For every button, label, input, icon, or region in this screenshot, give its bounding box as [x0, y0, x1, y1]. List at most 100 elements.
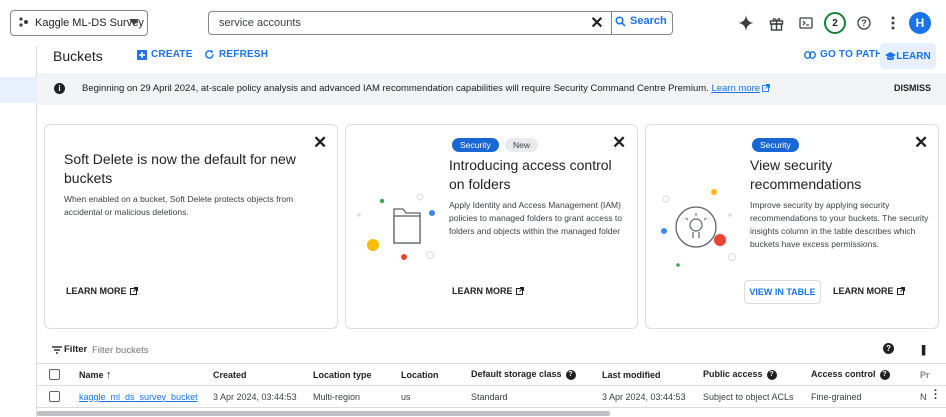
- banner-message: Beginning on 29 April 2024, at-scale pol…: [82, 83, 770, 94]
- soft-delete-card: ✕ Soft Delete is now the default for new…: [44, 124, 338, 329]
- page-toolbar: Buckets CREATE REFRESH GO TO PATH LEARN: [37, 40, 946, 72]
- cell-storage-class: Standard: [471, 385, 602, 408]
- learn-button[interactable]: LEARN: [880, 43, 936, 69]
- cell-created: 3 Apr 2024, 03:44:53: [213, 385, 313, 408]
- search-icon: [615, 15, 626, 27]
- link-icon: [804, 50, 816, 59]
- new-chip: New: [505, 138, 539, 152]
- add-box-icon: [137, 49, 147, 60]
- banner-text: Beginning on 29 April 2024, at-scale pol…: [82, 83, 709, 94]
- security-chip: Security: [452, 138, 499, 152]
- project-name: Kaggle ML-DS Survey: [35, 17, 144, 29]
- gemini-sparkle-icon[interactable]: [735, 12, 757, 34]
- search-button[interactable]: Search: [615, 15, 667, 27]
- gift-icon[interactable]: [765, 12, 787, 34]
- column-header-name[interactable]: Name ↑: [79, 363, 213, 386]
- cloud-shell-icon[interactable]: [795, 12, 817, 34]
- column-header-created[interactable]: Created: [213, 363, 313, 386]
- help-icon[interactable]: ?: [853, 12, 875, 34]
- dismiss-button[interactable]: DISMISS: [894, 83, 931, 93]
- horizontal-scrollbar[interactable]: [37, 411, 610, 416]
- security-recommendations-card: Security ✕ View security recommendations…: [645, 124, 939, 329]
- cell-access-control: Fine-grained: [811, 385, 920, 408]
- table-row[interactable]: kaggle_ml_ds_survey_bucket 3 Apr 2024, 0…: [37, 385, 946, 408]
- go-to-path-label: GO TO PATH: [820, 49, 883, 60]
- column-header-location-type[interactable]: Location type: [313, 363, 401, 386]
- lightbulb-illustration: [661, 189, 736, 267]
- banner-learn-more-link[interactable]: Learn more: [711, 83, 770, 94]
- row-actions-icon[interactable]: · · ·: [934, 386, 938, 405]
- filter-icon: [52, 346, 62, 354]
- card-body: Improve security by applying security re…: [750, 200, 929, 249]
- bucket-name-link[interactable]: kaggle_ml_ds_survey_bucket: [79, 392, 198, 402]
- info-banner: i Beginning on 29 April 2024, at-scale p…: [37, 73, 946, 105]
- svg-text:?: ?: [861, 18, 867, 28]
- card-title: Introducing access control on folders: [449, 157, 612, 192]
- column-header-last-modified[interactable]: Last modified: [602, 363, 703, 386]
- go-to-path-button[interactable]: GO TO PATH: [804, 49, 883, 60]
- refresh-label: REFRESH: [219, 49, 269, 60]
- refresh-button[interactable]: REFRESH: [204, 49, 268, 60]
- buckets-table: Name ↑ Created Location type Location De…: [37, 363, 946, 408]
- card-body: Apply Identity and Access Management (IA…: [449, 200, 622, 236]
- learn-more-link[interactable]: LEARN MORE: [66, 286, 138, 296]
- project-icon: [19, 16, 30, 30]
- info-icon: i: [54, 83, 65, 94]
- select-all-checkbox[interactable]: [49, 369, 60, 381]
- column-header-access-control[interactable]: Access control?: [811, 363, 920, 386]
- close-icon[interactable]: ✕: [914, 133, 928, 153]
- view-in-table-button[interactable]: VIEW IN TABLE: [744, 280, 821, 304]
- column-header-protection[interactable]: Pr: [920, 363, 946, 386]
- create-label: CREATE: [151, 49, 193, 60]
- chevron-down-icon: [129, 19, 139, 25]
- open-in-new-icon: [129, 287, 138, 295]
- filter-input[interactable]: [92, 343, 292, 357]
- column-header-public-access[interactable]: Public access?: [703, 363, 811, 386]
- open-in-new-icon: [762, 84, 770, 92]
- clear-search-icon[interactable]: ✕: [587, 13, 607, 33]
- cell-last-modified: 3 Apr 2024, 03:44:53: [602, 385, 703, 408]
- column-display-icon[interactable]: |||: [921, 344, 926, 356]
- help-icon[interactable]: ?: [766, 369, 777, 380]
- cell-protection: N: [920, 385, 946, 408]
- search-button-label: Search: [630, 15, 667, 27]
- help-icon[interactable]: ?: [565, 369, 576, 380]
- avatar[interactable]: H: [909, 12, 931, 34]
- notifications-badge[interactable]: 2: [824, 12, 846, 34]
- folders-access-card: Security New ✕ Introducing access contro…: [345, 124, 638, 329]
- close-icon[interactable]: ✕: [313, 133, 327, 153]
- learn-more-link[interactable]: LEARN MORE: [833, 286, 905, 296]
- row-checkbox[interactable]: [49, 391, 60, 403]
- cell-location: us: [401, 385, 471, 408]
- column-header-location[interactable]: Location: [401, 363, 471, 386]
- project-selector[interactable]: Kaggle ML-DS Survey: [10, 10, 148, 36]
- cell-public-access: Subject to object ACLs: [703, 385, 811, 408]
- open-in-new-icon: [515, 287, 524, 295]
- left-nav: [0, 46, 37, 417]
- column-header-storage-class[interactable]: Default storage class?: [471, 363, 602, 386]
- help-icon[interactable]: ?: [879, 369, 890, 380]
- sort-arrow-up-icon: ↑: [106, 368, 112, 381]
- learn-label: LEARN: [896, 50, 931, 62]
- table-header-row: Name ↑ Created Location type Location De…: [37, 363, 946, 386]
- card-title: View security recommendations: [750, 157, 862, 192]
- page-title: Buckets: [53, 48, 103, 64]
- folder-illustration: [357, 193, 435, 260]
- search-input[interactable]: [219, 15, 579, 31]
- filter-row: Filter ? |||: [37, 337, 946, 363]
- open-in-new-icon: [896, 287, 905, 295]
- card-title: Soft Delete is now the default for new b…: [64, 151, 296, 186]
- search-bar: ✕ Search: [208, 11, 673, 35]
- learn-more-link[interactable]: LEARN MORE: [452, 286, 524, 296]
- close-icon[interactable]: ✕: [612, 133, 626, 153]
- cell-location-type: Multi-region: [313, 385, 401, 408]
- more-vert-icon[interactable]: [882, 12, 904, 34]
- help-icon[interactable]: ?: [883, 343, 894, 354]
- left-nav-active-item[interactable]: [0, 77, 37, 103]
- card-body: When enabled on a bucket, Soft Delete pr…: [64, 194, 294, 217]
- school-icon: [885, 51, 897, 60]
- security-chip: Security: [752, 138, 799, 152]
- filter-label: Filter: [64, 344, 88, 355]
- create-button[interactable]: CREATE: [137, 49, 193, 60]
- refresh-icon: [205, 50, 214, 59]
